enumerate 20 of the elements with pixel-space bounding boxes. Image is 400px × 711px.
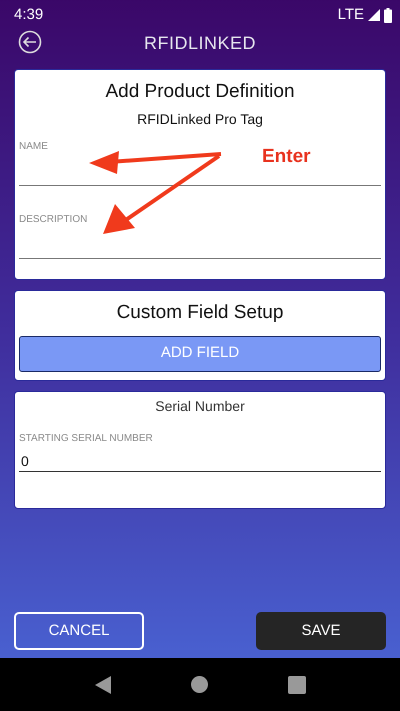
app-logo: RFIDLINKED xyxy=(144,32,256,54)
signal-icon xyxy=(368,9,380,21)
card-title: Add Product Definition xyxy=(104,80,296,104)
network-type: LTE xyxy=(338,4,364,25)
field-label: DESCRIPTION xyxy=(19,212,88,226)
card-title: Custom Field Setup xyxy=(116,301,284,325)
annotation-text: Enter xyxy=(262,145,311,169)
status-time: 4:39 xyxy=(14,4,44,25)
home-nav-icon[interactable] xyxy=(190,676,208,693)
battery-icon xyxy=(384,8,392,22)
card-subtitle: RFIDLinked Pro Tag xyxy=(136,110,264,129)
cancel-button[interactable]: CANCEL xyxy=(14,612,144,650)
recents-nav-icon[interactable] xyxy=(288,676,306,694)
card-title: Serial Number xyxy=(154,396,246,416)
back-nav-icon[interactable] xyxy=(94,676,110,694)
field-label: STARTING SERIAL NUMBER xyxy=(19,432,154,446)
back-icon[interactable] xyxy=(18,30,42,54)
text-field[interactable]: 0 xyxy=(19,452,381,472)
save-button[interactable]: SAVE xyxy=(256,612,386,650)
field-label: NAME xyxy=(19,140,49,154)
